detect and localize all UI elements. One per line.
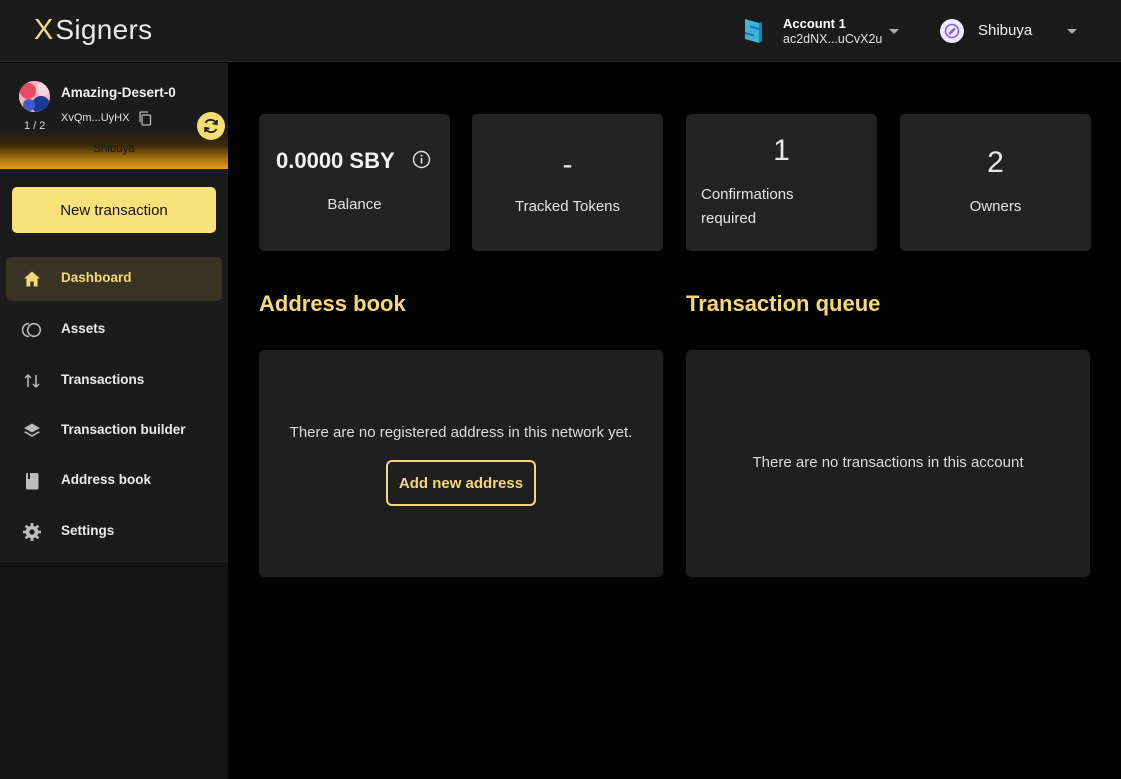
account-selector[interactable]: Account 1 ac2dNX...uCvX2u bbox=[740, 14, 905, 50]
balance-label: Balance bbox=[327, 196, 382, 213]
book-icon bbox=[26, 473, 39, 490]
gear-icon bbox=[23, 523, 41, 541]
sidebar-item-address-book[interactable]: Address book bbox=[6, 459, 222, 503]
coins-icon bbox=[22, 322, 42, 338]
balance-value: 0.0000 SBY bbox=[276, 148, 395, 173]
safe-card: 1 / 2 Amazing-Desert-0 XvQm...UyHX Shibu… bbox=[0, 63, 228, 169]
sidebar-item-settings[interactable]: Settings bbox=[6, 510, 222, 554]
sidebar-item-transaction-builder[interactable]: Transaction builder bbox=[6, 409, 222, 453]
sidebar-footer-area bbox=[0, 561, 228, 779]
balance-card: 0.0000 SBY Balance bbox=[259, 114, 450, 251]
confirmations-label-line2: required bbox=[701, 210, 757, 227]
main-content: 0.0000 SBY Balance - Tracked Tokens 1 Co… bbox=[228, 63, 1121, 779]
safe-address: XvQm...UyHX bbox=[61, 112, 130, 124]
network-selector[interactable]: Shibuya bbox=[938, 16, 1083, 46]
owners-card: 2 Owners bbox=[900, 114, 1091, 251]
layers-icon bbox=[24, 423, 40, 437]
sidebar-item-label: Assets bbox=[61, 321, 106, 336]
transaction-queue-title: Transaction queue bbox=[686, 291, 881, 316]
account-name: Account 1 bbox=[783, 16, 846, 31]
sidebar-item-assets[interactable]: Assets bbox=[6, 308, 222, 352]
confirmations-card: 1 Confirmations required bbox=[686, 114, 877, 251]
owners-label: Owners bbox=[969, 198, 1022, 215]
tracked-tokens-card: - Tracked Tokens bbox=[472, 114, 663, 251]
sidebar-item-label: Dashboard bbox=[61, 270, 132, 285]
safe-threshold: 1 / 2 bbox=[24, 120, 46, 132]
tracked-tokens-value: - bbox=[562, 148, 573, 181]
add-new-address-button[interactable]: Add new address bbox=[386, 460, 536, 506]
arrows-updown-icon bbox=[24, 373, 40, 389]
safe-network-label: Shibuya bbox=[93, 143, 135, 155]
sidebar-item-label: Transaction builder bbox=[61, 422, 186, 437]
sidebar-item-label: Settings bbox=[61, 523, 115, 538]
app-logo[interactable]: X Signers bbox=[34, 14, 152, 46]
transaction-queue-empty-text: There are no transactions in this accoun… bbox=[752, 454, 1024, 471]
shibuya-network-icon bbox=[940, 19, 964, 43]
identicon-avatar[interactable] bbox=[19, 81, 50, 112]
logo-wordmark: Signers bbox=[55, 14, 153, 45]
tracked-tokens-label: Tracked Tokens bbox=[514, 198, 621, 215]
new-transaction-button[interactable]: New transaction bbox=[12, 187, 216, 233]
substrate-logo-icon bbox=[745, 19, 762, 43]
address-book-title: Address book bbox=[259, 291, 406, 316]
top-bar: X Signers Account 1 ac2dNX...uCvX2u Shib… bbox=[0, 0, 1121, 62]
account-address: ac2dNX...uCvX2u bbox=[783, 32, 883, 46]
sidebar-item-label: Address book bbox=[61, 472, 152, 487]
copy-icon[interactable] bbox=[138, 111, 152, 126]
sidebar: 1 / 2 Amazing-Desert-0 XvQm...UyHX Shibu… bbox=[0, 63, 228, 779]
confirmations-value: 1 bbox=[773, 134, 790, 167]
sidebar-item-label: Transactions bbox=[61, 372, 145, 387]
network-label: Shibuya bbox=[978, 22, 1033, 39]
info-icon[interactable] bbox=[412, 150, 431, 169]
confirmations-label: Confirmations bbox=[701, 186, 794, 203]
safe-name: Amazing-Desert-0 bbox=[61, 85, 176, 100]
chevron-down-icon bbox=[889, 29, 899, 34]
sidebar-item-transactions[interactable]: Transactions bbox=[6, 359, 222, 403]
address-book-empty-text: There are no registered address in this … bbox=[289, 424, 633, 441]
owners-value: 2 bbox=[987, 146, 1004, 179]
transaction-queue-panel: There are no transactions in this accoun… bbox=[686, 350, 1090, 577]
chevron-down-icon bbox=[1067, 29, 1077, 34]
logo-x-mark: X bbox=[34, 13, 54, 46]
home-icon bbox=[24, 271, 40, 287]
sync-safe-button[interactable] bbox=[197, 112, 225, 140]
refresh-icon bbox=[204, 118, 218, 134]
address-book-panel: There are no registered address in this … bbox=[259, 350, 663, 577]
sidebar-item-dashboard[interactable]: Dashboard bbox=[6, 257, 222, 301]
